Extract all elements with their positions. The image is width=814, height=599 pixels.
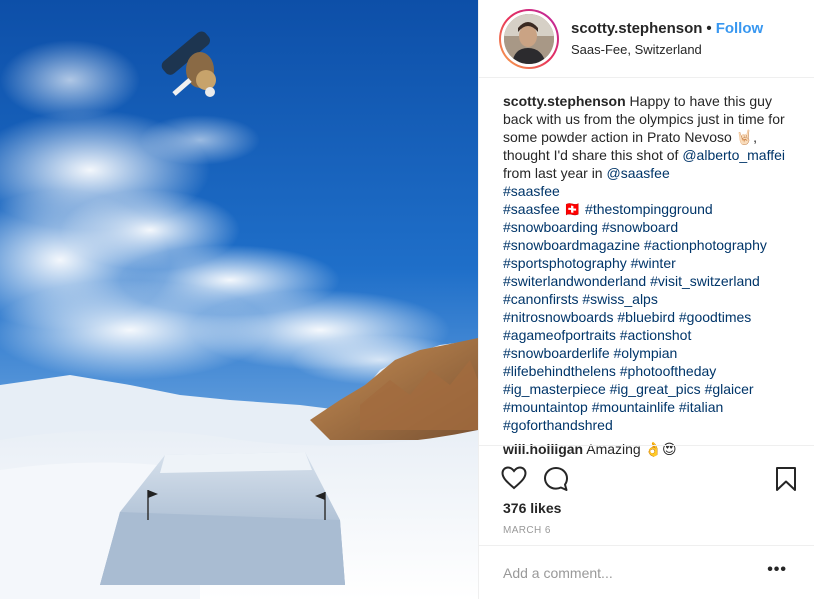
caption-username[interactable]: scotty.stephenson xyxy=(503,93,626,109)
hashtag-line[interactable]: #mountaintop #mountainlife #italian xyxy=(503,398,803,416)
hashtag-line[interactable]: #goforthandshred xyxy=(503,416,803,434)
snowboard-jump-image xyxy=(0,0,478,599)
hashtag-line[interactable]: #ig_masterpiece #ig_great_pics #glaicer xyxy=(503,380,803,398)
header-text: scotty.stephenson • Follow Saas-Fee, Switz… xyxy=(571,20,763,57)
comment-username[interactable]: will.holligan xyxy=(503,441,583,457)
post-photo[interactable] xyxy=(0,0,478,599)
caption-text-part2: from last year in xyxy=(503,165,607,181)
comment-input[interactable] xyxy=(503,561,753,585)
hashtag-line[interactable]: #saasfee xyxy=(503,182,803,200)
more-options-icon[interactable]: ••• xyxy=(767,561,787,579)
hashtag-line[interactable]: #nitrosnowboards #bluebird #goodtimes xyxy=(503,308,803,326)
post-date: MARCH 6 xyxy=(503,525,551,536)
hashtag-line[interactable]: #snowboarderlife #olympian xyxy=(503,344,803,362)
action-icons xyxy=(501,466,797,494)
mention-link[interactable]: @saasfee xyxy=(606,165,669,181)
likes-count[interactable]: 376 likes xyxy=(503,500,561,516)
comment-box: ••• xyxy=(479,545,814,599)
hashtag-line[interactable]: #agameofportraits #actionshot xyxy=(503,326,803,344)
bookmark-icon[interactable] xyxy=(775,466,797,497)
hashtag-line[interactable]: #canonfirsts #swiss_alps xyxy=(503,290,803,308)
hashtag-line[interactable]: #lifebehindthelens #photooftheday xyxy=(503,362,803,380)
location-link[interactable]: Saas-Fee, Switzerland xyxy=(571,42,763,57)
hashtag-line[interactable]: #saasfee 🇨🇭 #thestompingground xyxy=(503,200,803,218)
separator-dot: • xyxy=(706,20,712,37)
post-header: scotty.stephenson • Follow Saas-Fee, Switz… xyxy=(479,0,814,78)
hashtag-line[interactable]: #switerlandwonderland #visit_switzerland xyxy=(503,272,803,290)
hashtag-line[interactable]: #sportsphotography #winter xyxy=(503,254,803,272)
hashtag-line[interactable]: #snowboardmagazine #actionphotography xyxy=(503,236,803,254)
avatar[interactable] xyxy=(504,13,554,64)
story-ring[interactable] xyxy=(499,8,559,69)
follow-button[interactable]: Follow xyxy=(716,20,764,37)
caption: scotty.stephenson Happy to have this guy… xyxy=(503,92,803,434)
comments-section: scotty.stephenson Happy to have this guy… xyxy=(503,92,803,458)
actions-area: 376 likes MARCH 6 xyxy=(479,445,814,536)
speech-bubble-icon[interactable] xyxy=(543,466,569,497)
heart-icon[interactable] xyxy=(501,466,527,495)
comment-text: Amazing 👌😍 xyxy=(583,441,677,457)
mention-link[interactable]: @alberto_maffei xyxy=(682,147,785,163)
comment-item: will.holligan Amazing 👌😍 xyxy=(503,440,803,458)
hashtag-line[interactable]: #snowboarding #snowboard xyxy=(503,218,803,236)
author-username[interactable]: scotty.stephenson xyxy=(571,20,702,37)
post-details-panel: scotty.stephenson • Follow Saas-Fee, Switz… xyxy=(478,0,814,599)
